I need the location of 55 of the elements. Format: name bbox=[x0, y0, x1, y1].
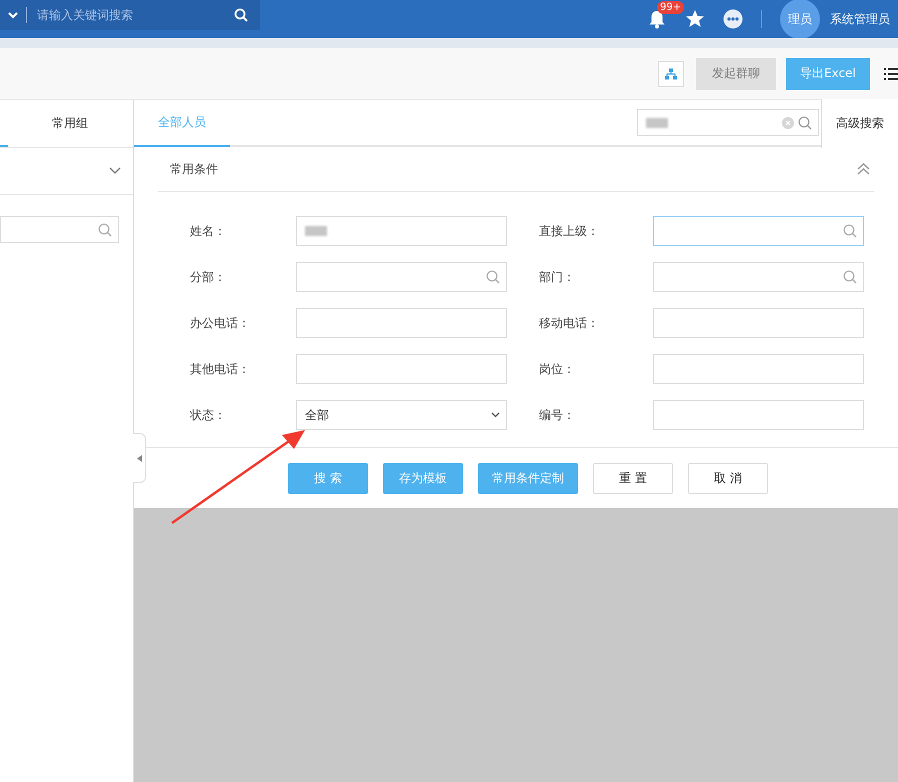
collapse-handle[interactable] bbox=[133, 433, 146, 483]
status-select[interactable]: 全部 bbox=[296, 400, 507, 430]
bell-icon[interactable] bbox=[647, 9, 667, 29]
user-avatar[interactable]: 理员 bbox=[780, 0, 820, 39]
field-label: 直接上级： bbox=[538, 222, 600, 240]
action-button[interactable]: 重 置 bbox=[593, 462, 673, 494]
field-label: 办公电话： bbox=[189, 314, 251, 332]
input-field[interactable] bbox=[296, 262, 507, 292]
toolbar-button[interactable]: 导出Excel bbox=[786, 58, 870, 90]
search-bar[interactable]: 请输入关键词搜索 bbox=[0, 0, 260, 30]
blurred-value bbox=[305, 226, 327, 236]
input-field[interactable] bbox=[296, 216, 507, 246]
user-name[interactable]: 系统管理员 bbox=[830, 10, 890, 28]
clear-icon[interactable] bbox=[782, 116, 794, 128]
action-button[interactable]: 存为模板 bbox=[383, 462, 463, 494]
sidebar-tab[interactable]: 常用组 bbox=[52, 115, 88, 132]
field-label: 姓名： bbox=[189, 222, 227, 240]
field-label: 移动电话： bbox=[538, 314, 600, 332]
field-label: 分部： bbox=[189, 268, 227, 286]
action-button[interactable]: 取 消 bbox=[688, 462, 768, 494]
input-field[interactable] bbox=[653, 400, 864, 430]
input-field[interactable] bbox=[653, 262, 864, 292]
input-field[interactable] bbox=[296, 308, 507, 338]
collapse-icon[interactable] bbox=[857, 163, 870, 175]
field-label: 部门： bbox=[538, 268, 576, 286]
keyword-search-field[interactable]: 请输入关键词搜索 bbox=[35, 7, 226, 23]
chevron-down-icon[interactable] bbox=[8, 12, 18, 18]
field-label: 状态： bbox=[189, 406, 227, 424]
caret-left-icon bbox=[136, 454, 142, 462]
chevron-down-icon bbox=[491, 412, 500, 418]
advanced-search-tab[interactable]: 高级搜索 bbox=[821, 99, 898, 148]
input-field[interactable] bbox=[653, 354, 864, 384]
field-label: 岗位： bbox=[538, 360, 576, 378]
tab[interactable]: 全部人员 bbox=[134, 100, 230, 147]
sidebar-search-field[interactable] bbox=[0, 216, 119, 243]
search-icon[interactable] bbox=[234, 8, 248, 22]
chevron-down-icon bbox=[109, 167, 121, 175]
list-icon[interactable] bbox=[884, 66, 898, 80]
search-icon[interactable] bbox=[798, 116, 812, 130]
field-label: 其他电话： bbox=[189, 360, 251, 378]
blurred-value bbox=[646, 118, 668, 128]
action-button[interactable]: 搜 索 bbox=[288, 462, 368, 494]
star-icon[interactable] bbox=[685, 9, 705, 29]
action-button[interactable]: 常用条件定制 bbox=[478, 462, 578, 494]
org-chart-button[interactable] bbox=[658, 60, 684, 86]
search-icon bbox=[98, 222, 112, 236]
org-chart-icon bbox=[665, 68, 677, 80]
field-label: 编号： bbox=[538, 406, 576, 424]
section-title: 常用条件 bbox=[170, 160, 218, 178]
input-field[interactable] bbox=[653, 216, 864, 246]
more-icon[interactable] bbox=[723, 9, 743, 29]
notification-badge: 99+ bbox=[657, 1, 684, 14]
quick-search-field[interactable] bbox=[637, 109, 819, 136]
input-field[interactable] bbox=[653, 308, 864, 338]
input-field[interactable] bbox=[296, 354, 507, 384]
